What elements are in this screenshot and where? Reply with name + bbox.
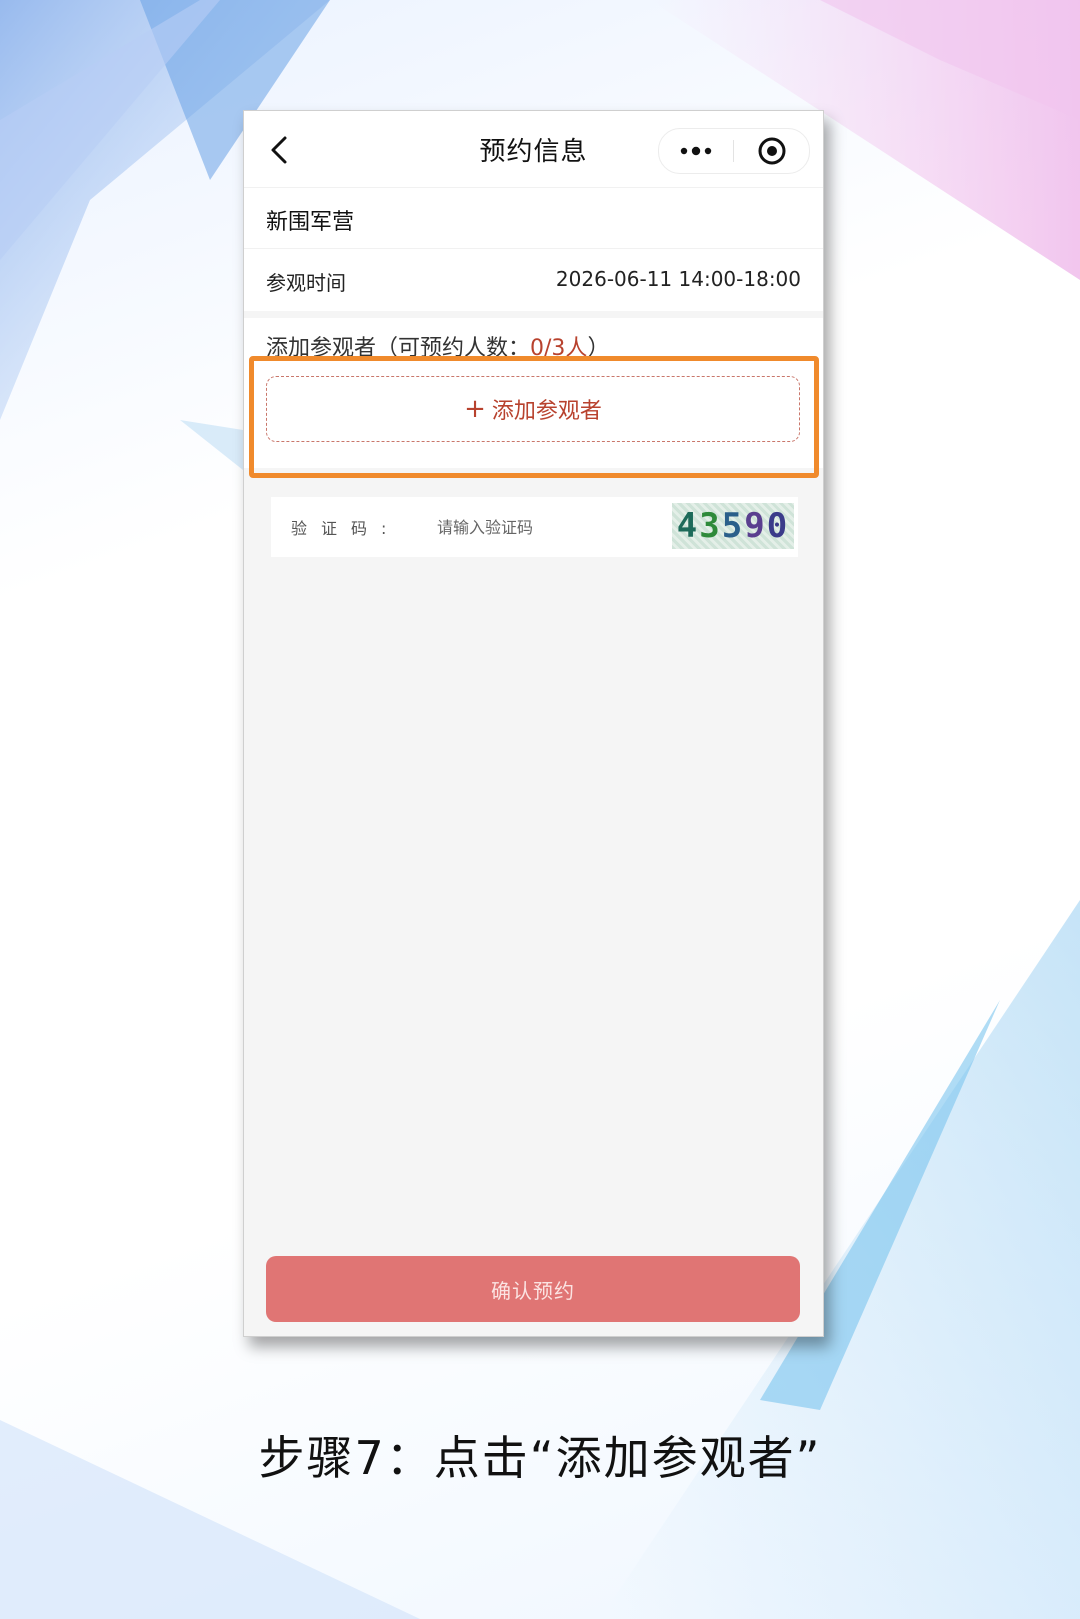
capsule-divider [733, 140, 734, 162]
navbar: 预约信息 [244, 111, 823, 187]
add-visitor-button[interactable]: + 添加参观者 [266, 376, 800, 442]
captcha-image[interactable]: 43590 [672, 503, 794, 549]
captcha-input[interactable] [435, 509, 639, 545]
captcha-label: 验证码: [291, 519, 401, 538]
confirm-booking-button[interactable]: 确认预约 [266, 1256, 800, 1322]
phone-screen: 预约信息 新围军营 参观时间 2026-06-11 14:00-18:00 添加… [243, 110, 824, 1337]
visit-time-label: 参观时间 [266, 271, 346, 295]
visitor-count: 0/3人 [530, 336, 588, 361]
visitors-header-suffix: ） [587, 336, 610, 361]
venue-name: 新围军营 [266, 210, 355, 235]
plus-icon: + [464, 394, 486, 424]
visit-time-row: 参观时间 2026-06-11 14:00-18:00 [244, 248, 823, 311]
visitors-header: 添加参观者（可预约人数：0/3人） [266, 330, 609, 362]
captcha-row: 验证码: 43590 [271, 497, 798, 557]
more-dots-icon[interactable] [659, 129, 733, 173]
mini-program-capsule [658, 128, 810, 174]
visitors-section: 添加参观者（可预约人数：0/3人） + 添加参观者 [244, 318, 823, 468]
captcha-digit: 0 [766, 506, 790, 546]
visitors-header-prefix: 添加参观者（可预约人数： [266, 336, 531, 361]
add-visitor-label: 添加参观者 [491, 399, 602, 424]
captcha-digit: 5 [721, 506, 745, 546]
captcha-code: 43590 [677, 506, 789, 546]
captcha-digit: 4 [676, 506, 700, 546]
captcha-digit: 9 [744, 506, 767, 546]
venue-row: 新围军营 [244, 187, 823, 248]
step-caption: 步骤7：点击“添加参观者” [258, 1431, 822, 1485]
captcha-digit: 3 [699, 506, 722, 546]
visit-time-value: 2026-06-11 14:00-18:00 [555, 267, 801, 291]
target-icon[interactable] [735, 129, 809, 173]
tutorial-page: 预约信息 新围军营 参观时间 2026-06-11 14:00-18:00 添加… [0, 0, 1080, 1619]
